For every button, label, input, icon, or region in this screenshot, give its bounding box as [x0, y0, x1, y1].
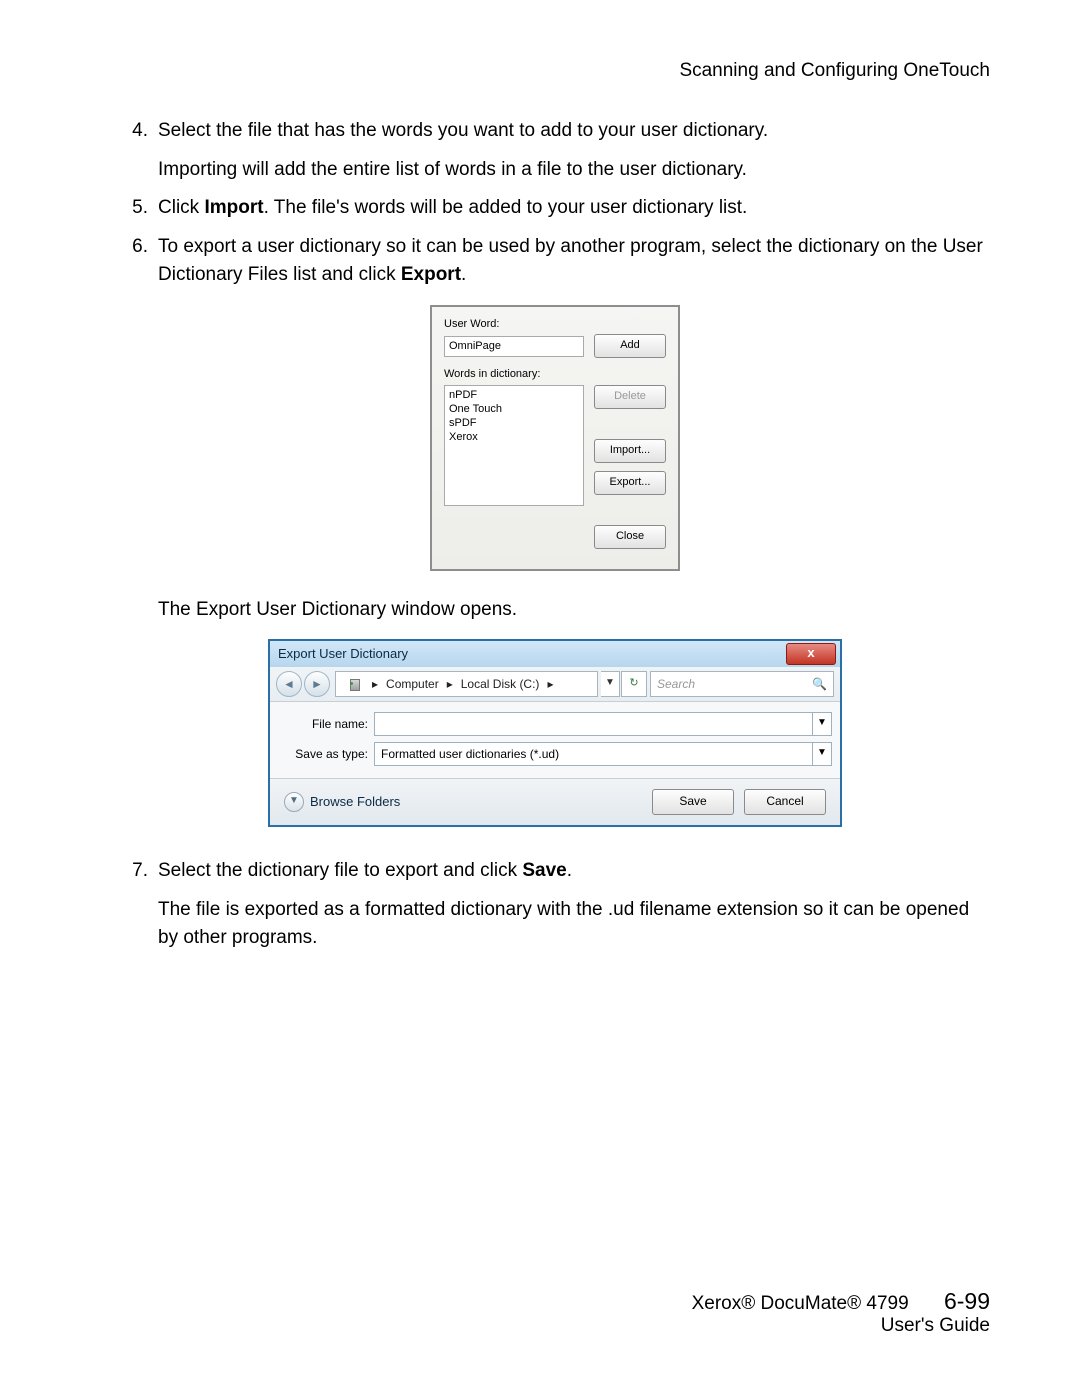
breadcrumb-separator: ▸	[372, 675, 378, 693]
label-user-word: User Word:	[444, 316, 666, 333]
breadcrumb-item[interactable]: Local Disk (C:)	[461, 675, 540, 693]
text: To export a user dictionary so it can be…	[158, 236, 983, 286]
text: .	[461, 264, 466, 285]
text: Click	[158, 197, 204, 218]
step-text: The Export User Dictionary window opens.	[158, 596, 990, 625]
label-words-in-dictionary: Words in dictionary:	[444, 366, 666, 383]
saveastype-dropdown[interactable]: ▼	[813, 742, 832, 766]
list-item[interactable]: sPDF	[449, 416, 579, 430]
address-breadcrumb[interactable]: ▸ Computer ▸ Local Disk (C:) ▸	[335, 671, 598, 697]
list-item[interactable]: Xerox	[449, 430, 579, 444]
delete-button[interactable]: Delete	[594, 385, 666, 409]
bold-text: Save	[522, 860, 566, 881]
search-input[interactable]: Search 🔍	[650, 671, 834, 697]
save-button[interactable]: Save	[652, 789, 734, 815]
breadcrumb-separator: ▸	[447, 675, 453, 693]
saveastype-label: Save as type:	[278, 745, 374, 763]
export-button[interactable]: Export...	[594, 471, 666, 495]
step-number: 7.	[120, 857, 158, 886]
text: .	[567, 860, 572, 881]
nav-back-button[interactable]: ◄	[276, 671, 302, 697]
section-header: Scanning and Configuring OneTouch	[120, 60, 990, 82]
step-text: Select the file that has the words you w…	[158, 117, 990, 146]
expand-folders-button[interactable]: ▼	[284, 792, 304, 812]
page-footer: Xerox® DocuMate® 4799 6-99 User's Guide	[692, 1288, 990, 1337]
step-text: To export a user dictionary so it can be…	[158, 233, 990, 290]
filename-label: File name:	[278, 715, 374, 733]
dialog-title: Export User Dictionary	[278, 644, 408, 664]
list-item[interactable]: nPDF	[449, 388, 579, 402]
text: Select the dictionary file to export and…	[158, 860, 522, 881]
saveastype-select[interactable]: Formatted user dictionaries (*.ud)	[374, 742, 813, 766]
search-placeholder: Search	[657, 675, 695, 693]
filename-dropdown[interactable]: ▼	[813, 712, 832, 736]
address-dropdown[interactable]: ▼	[601, 671, 620, 697]
dictionary-words-list[interactable]: nPDF One Touch sPDF Xerox	[444, 385, 584, 506]
step-number: 5.	[120, 194, 158, 223]
list-item[interactable]: One Touch	[449, 402, 579, 416]
refresh-button[interactable]: ↻	[621, 671, 647, 697]
filename-input[interactable]	[374, 712, 813, 736]
step-text: Click Import. The file's words will be a…	[158, 194, 990, 223]
product-name: Xerox® DocuMate® 4799	[692, 1293, 909, 1314]
step-number: 6.	[120, 233, 158, 290]
import-button[interactable]: Import...	[594, 439, 666, 463]
cancel-button[interactable]: Cancel	[744, 789, 826, 815]
breadcrumb-item[interactable]: Computer	[386, 675, 439, 693]
user-word-dialog: User Word: OmniPage Add Words in diction…	[430, 305, 680, 571]
step-text: The file is exported as a formatted dict…	[158, 896, 990, 953]
text: . The file's words will be added to your…	[264, 197, 748, 218]
footer-sub: User's Guide	[692, 1315, 990, 1337]
breadcrumb-separator: ▸	[547, 675, 553, 693]
bold-text: Export	[401, 264, 461, 285]
nav-forward-button[interactable]: ►	[304, 671, 330, 697]
step-number: 4.	[120, 117, 158, 146]
browse-folders-label[interactable]: Browse Folders	[310, 792, 400, 812]
bold-text: Import	[204, 197, 263, 218]
add-button[interactable]: Add	[594, 334, 666, 358]
close-button[interactable]: Close	[594, 525, 666, 549]
step-text: Select the dictionary file to export and…	[158, 857, 990, 886]
search-icon: 🔍	[812, 675, 827, 693]
export-dictionary-dialog: Export User Dictionary x ◄ ► ▸ Computer …	[268, 639, 842, 827]
page-number: 6-99	[944, 1288, 990, 1314]
user-word-input[interactable]: OmniPage	[444, 336, 584, 357]
close-icon[interactable]: x	[786, 643, 836, 665]
step-text: Importing will add the entire list of wo…	[158, 156, 990, 185]
drive-icon	[346, 677, 364, 691]
